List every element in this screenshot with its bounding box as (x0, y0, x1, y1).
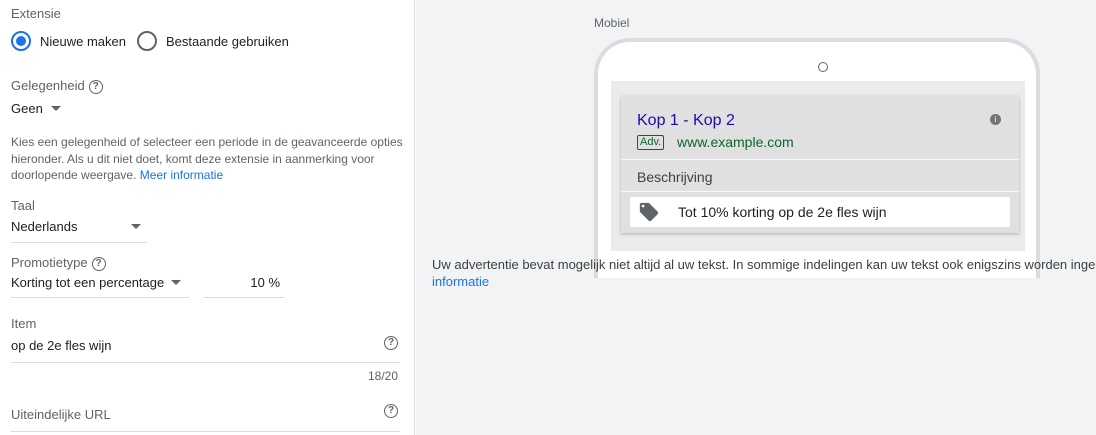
more-info-link[interactable]: Meer informatie (140, 168, 223, 182)
language-label: Taal (11, 198, 35, 213)
language-value: Nederlands (11, 219, 78, 234)
chevron-down-icon (131, 224, 141, 229)
occasion-description: Kies een gelegenheid of selecteer een pe… (11, 134, 406, 184)
occasion-label-row: Gelegenheid? (11, 78, 103, 94)
final-url-label: Uiteindelijke URL (11, 407, 111, 422)
radio-new-label[interactable]: Nieuwe maken (40, 34, 126, 49)
language-underline (11, 242, 147, 243)
ad-title: Kop 1 - Kop 2 (637, 112, 735, 129)
help-icon[interactable]: ? (384, 404, 398, 418)
item-label: Item (11, 316, 37, 331)
occasion-dropdown[interactable]: Geen (11, 101, 61, 116)
percentage-value: 10 (250, 275, 265, 290)
divider (621, 159, 1019, 160)
radio-existing[interactable] (137, 31, 157, 51)
percentage-unit: % (268, 275, 280, 290)
final-url-underline (11, 431, 400, 432)
divider (621, 191, 1019, 192)
preview-notice-text: Uw advertentie bevat mogelijk niet altij… (432, 257, 1096, 272)
promotion-text: Tot 10% korting op de 2e fles wijn (678, 204, 887, 220)
device-label: Mobiel (594, 16, 630, 30)
help-icon[interactable]: ? (88, 79, 103, 94)
radio-new[interactable] (11, 31, 31, 51)
help-icon[interactable]: ? (91, 256, 106, 271)
language-dropdown[interactable]: Nederlands (11, 219, 141, 234)
preview-notice: Uw advertentie bevat mogelijk niet altij… (432, 257, 1096, 290)
phone-frame: Kop 1 - Kop 2 i Adv. www.example.com Bes… (594, 38, 1040, 278)
promotion-type-label-row: Promotietype? (11, 255, 106, 271)
phone-screen: Kop 1 - Kop 2 i Adv. www.example.com Bes… (611, 81, 1025, 251)
occasion-label: Gelegenheid (11, 78, 85, 93)
radio-existing-label[interactable]: Bestaande gebruiken (166, 34, 289, 49)
promotion-type-label: Promotietype (11, 255, 88, 270)
promotion-type-underline (11, 297, 189, 298)
ad-preview-card: Kop 1 - Kop 2 i Adv. www.example.com Bes… (621, 96, 1019, 233)
info-icon: i (990, 114, 1001, 125)
occasion-value: Geen (11, 101, 43, 116)
promotion-extension-row: Tot 10% korting op de 2e fles wijn (630, 197, 1010, 227)
phone-camera-icon (818, 62, 828, 72)
percentage-underline (204, 297, 284, 298)
ad-description: Beschrijving (637, 169, 713, 185)
extension-radio-group: Nieuwe maken Bestaande gebruiken (11, 30, 300, 52)
preview-notice-link[interactable]: informatie (432, 274, 1096, 291)
percentage-input[interactable]: 10 % (204, 275, 280, 290)
tag-icon (639, 202, 659, 222)
item-underline (11, 362, 400, 363)
promotion-type-dropdown[interactable]: Korting tot een percentage (11, 275, 181, 290)
item-input[interactable]: op de 2e fles wijn (11, 338, 111, 353)
ad-badge: Adv. (637, 135, 665, 150)
item-char-counter: 18/20 (368, 369, 399, 383)
help-icon[interactable]: ? (384, 336, 398, 350)
chevron-down-icon (171, 280, 181, 285)
ad-display-url: www.example.com (677, 134, 794, 150)
chevron-down-icon (50, 106, 61, 111)
form-panel: Extensie Nieuwe maken Bestaande gebruike… (0, 0, 415, 435)
preview-panel: Mobiel Kop 1 - Kop 2 i Adv. www.example.… (416, 0, 1096, 435)
promotion-type-value: Korting tot een percentage (11, 275, 165, 290)
extension-label: Extensie (11, 6, 61, 21)
